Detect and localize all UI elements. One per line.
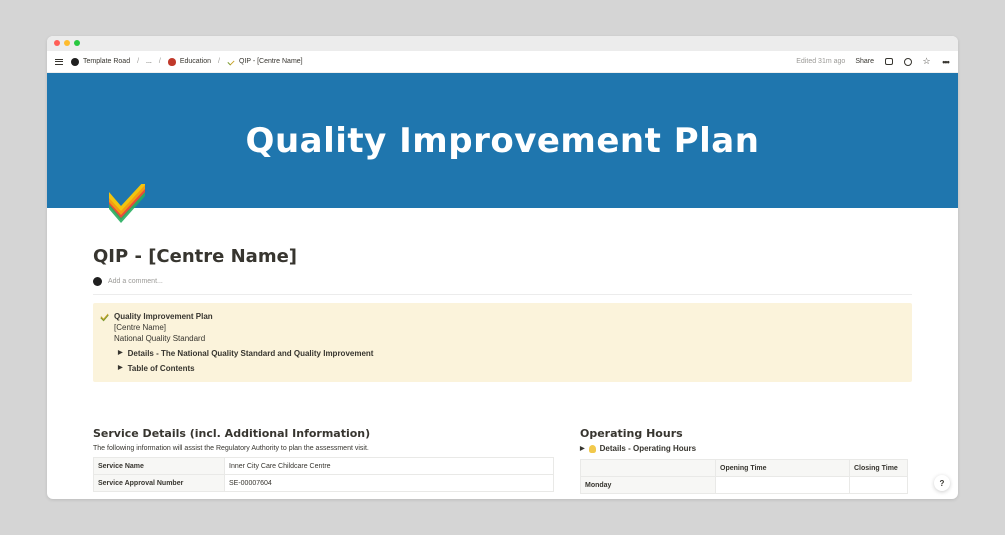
two-column-section: Service Details (incl. Additional Inform… [93,427,908,494]
more-icon[interactable]: ••• [941,57,950,67]
service-details-heading: Service Details (incl. Additional Inform… [93,427,371,440]
toggle-triangle-icon[interactable]: ▶ [118,363,123,374]
callout-title: Quality Improvement Plan [114,312,213,321]
table-cell-day[interactable]: Monday [580,476,716,494]
toggle-table-of-contents[interactable]: ▶ Table of Contents [118,363,904,374]
comment-icon[interactable] [884,57,893,66]
table-cell-close[interactable] [849,476,908,494]
operating-hours-heading: Operating Hours [580,427,683,440]
breadcrumb-item-education[interactable]: Education [180,58,211,65]
toggle-table-of-contents-label: Table of Contents [127,364,195,373]
page-cover: Quality Improvement Plan [47,73,958,208]
table-cell-key[interactable]: Service Approval Number [93,474,225,492]
topbar-actions: Edited 31m ago Share ☆ ••• [796,57,950,67]
table-header-row: Opening Time Closing Time [580,459,908,477]
breadcrumb-item-ellipsis[interactable]: ... [146,58,152,65]
callout-nqs: National Quality Standard [114,334,206,343]
lightbulb-icon [588,444,596,453]
service-details-table: Service Name Inner City Care Childcare C… [93,457,554,492]
breadcrumb-separator: / [137,58,140,65]
notion-topbar: Template Road / ... / Education / QIP - … [47,51,958,73]
minimize-window-button[interactable] [64,40,70,46]
table-header-opening[interactable]: Opening Time [715,459,850,477]
page-title[interactable]: QIP - [Centre Name] [93,246,912,267]
table-header-closing[interactable]: Closing Time [849,459,908,477]
breadcrumb-separator: / [217,58,220,65]
toggle-operating-hours[interactable]: ▶ Details - Operating Hours [580,444,908,453]
service-details-column: Service Details (incl. Additional Inform… [93,427,554,494]
clock-icon[interactable] [903,57,912,66]
table-row: Service Name Inner City Care Childcare C… [93,457,554,475]
breadcrumb: Template Road / ... / Education / QIP - … [71,57,303,66]
operating-hours-column: Operating Hours ▶ Details - Operating Ho… [580,427,908,494]
callout-centre-name: [Centre Name] [114,323,167,332]
table-row: Monday [580,476,908,494]
apple-icon [167,57,176,66]
table-cell-open[interactable] [715,476,850,494]
table-cell-key[interactable]: Service Name [93,457,225,475]
callout-body: Quality Improvement Plan [Centre Name] N… [114,311,904,374]
operating-hours-table: Opening Time Closing Time Monday [580,459,908,494]
table-cell-value[interactable]: Inner City Care Childcare Centre [224,457,554,475]
template-road-icon [71,57,79,66]
menu-icon[interactable] [55,58,63,65]
table-header-cell[interactable] [580,459,716,477]
breadcrumb-item-qip[interactable]: QIP - [Centre Name] [239,58,303,65]
cover-title: Quality Improvement Plan [245,120,760,161]
table-cell-value[interactable]: SE-00007604 [224,474,554,492]
toggle-triangle-icon[interactable]: ▶ [118,348,123,359]
help-button[interactable]: ? [934,475,950,491]
toggle-details-nqs-label: Details - The National Quality Standard … [127,349,374,358]
close-window-button[interactable] [54,40,60,46]
service-details-description: The following information will assist th… [93,445,369,452]
page-content: QIP - [Centre Name] Add a comment... Qua… [93,246,912,382]
add-comment-placeholder[interactable]: Add a comment... [108,278,163,285]
checkmark-icon [100,313,109,322]
checkmark-icon [227,58,235,66]
maximize-window-button[interactable] [74,40,80,46]
browser-window: Template Road / ... / Education / QIP - … [47,36,958,499]
toggle-operating-hours-label: Details - Operating Hours [599,444,697,453]
page-checkmark-icon[interactable] [105,184,149,224]
breadcrumb-separator: / [158,58,161,65]
star-icon[interactable]: ☆ [922,57,931,66]
toggle-details-nqs[interactable]: ▶ Details - The National Quality Standar… [118,348,904,359]
table-row: Service Approval Number SE-00007604 [93,474,554,492]
toggle-triangle-icon[interactable]: ▶ [580,445,585,452]
share-button[interactable]: Share [855,58,874,65]
qip-callout: Quality Improvement Plan [Centre Name] N… [93,303,912,382]
edited-timestamp: Edited 31m ago [796,58,846,65]
breadcrumb-item-template-road[interactable]: Template Road [83,58,130,65]
avatar [93,277,102,286]
add-comment-row[interactable]: Add a comment... [93,277,912,295]
window-titlebar [47,36,958,51]
